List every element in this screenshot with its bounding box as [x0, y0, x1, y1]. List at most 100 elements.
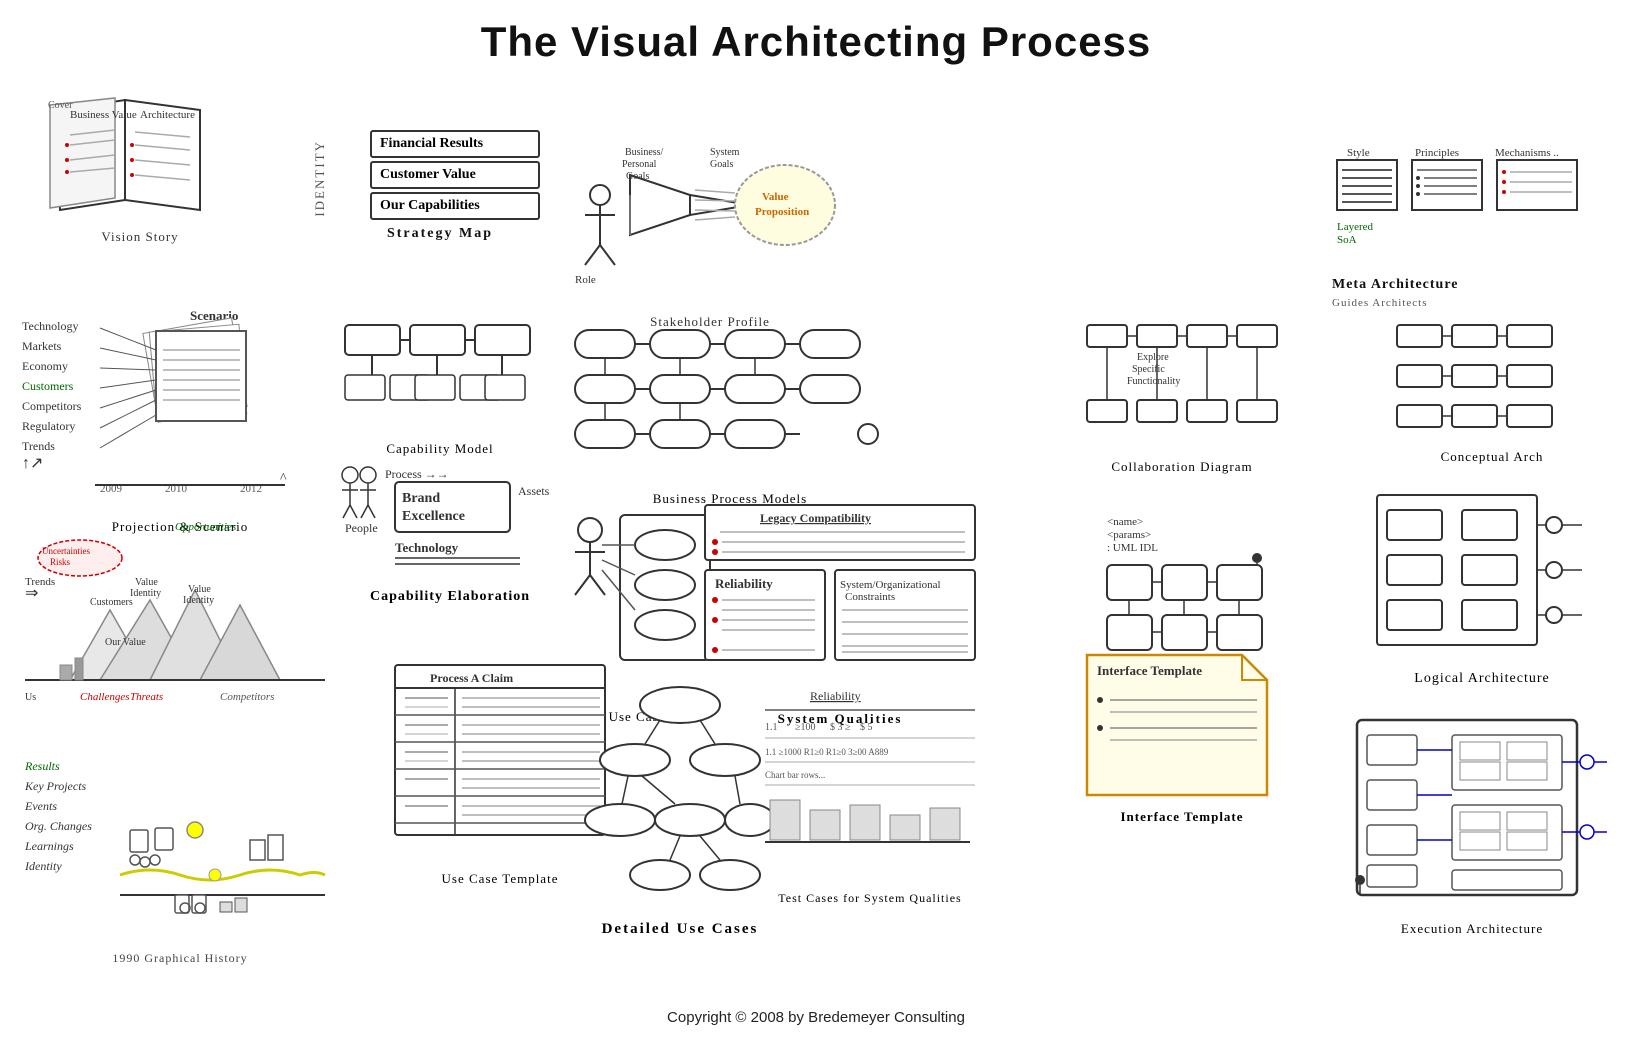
- capability-model-section: Capability Model: [340, 320, 540, 457]
- svg-text:$ 3 ≥: $ 3 ≥: [830, 722, 851, 733]
- interface-template-label: Interface Template: [1082, 809, 1282, 825]
- graphical-history-section: Results Key Projects Events Org. Changes…: [20, 740, 340, 966]
- svg-text:Learnings: Learnings: [24, 839, 74, 853]
- capability-model-diagram: [340, 320, 540, 430]
- detailed-uc-label: Detailed Use Cases: [580, 921, 780, 938]
- system-qualities-diagram: Legacy Compatibility Reliability System/…: [700, 500, 980, 700]
- svg-text:System/Organizational: System/Organizational: [840, 579, 941, 591]
- svg-text:Competitors: Competitors: [22, 399, 82, 413]
- svg-text:Chart bar rows...: Chart bar rows...: [765, 770, 825, 780]
- vision-story-section: Business Value Architecture Cover Vision…: [40, 90, 240, 245]
- svg-text:Technology: Technology: [22, 319, 78, 333]
- detailed-uc-section: Detailed Use Cases: [580, 680, 780, 938]
- svg-text:Goals: Goals: [626, 171, 649, 182]
- stakeholder-profile-section: Role Value Proposition Business/ Persona…: [570, 135, 850, 330]
- svg-text:Value: Value: [135, 577, 158, 588]
- svg-text:Markets: Markets: [22, 339, 62, 353]
- svg-text:Trends: Trends: [22, 439, 55, 453]
- svg-text:1.1: 1.1: [765, 722, 778, 733]
- svg-text:System: System: [710, 147, 740, 158]
- graphical-history-label: 1990 Graphical History: [20, 951, 340, 966]
- conceptual-arch-label: Conceptual Arch: [1392, 449, 1592, 465]
- meta-arch-sub: Guides Architects: [1332, 297, 1428, 309]
- strategy-map-section: IDENTITY Financial Results Customer Valu…: [340, 130, 540, 242]
- svg-text:Functionality: Functionality: [1127, 376, 1180, 387]
- svg-text:Identity: Identity: [183, 595, 214, 606]
- svg-text:Competitors: Competitors: [220, 691, 274, 703]
- interface-template-diagram: Interface Template: [1082, 650, 1282, 800]
- projection-scenario-section: Technology Markets Economy Customers Com…: [20, 300, 340, 535]
- collab-diagram-section: Explore Specific Functionality Collabora…: [1082, 320, 1282, 475]
- svg-text:Business Value: Business Value: [70, 109, 137, 121]
- test-cases-diagram: Reliability 1.1 ≥100 $ 3 ≥ $ 5 1.1 ≥1000…: [760, 680, 980, 880]
- svg-text:Results: Results: [24, 759, 60, 773]
- strategy-item-3: Our Capabilities: [370, 192, 540, 220]
- projection-scenario-diagram: Technology Markets Economy Customers Com…: [20, 300, 340, 510]
- vision-story-diagram: Business Value Architecture Cover: [40, 90, 220, 220]
- meta-arch-section: Style Principles Mechanisms .. Layered S…: [1332, 140, 1592, 311]
- svg-text:Customers: Customers: [90, 597, 133, 608]
- svg-text:Proposition: Proposition: [755, 206, 809, 218]
- svg-text:Principles: Principles: [1415, 147, 1459, 159]
- strategy-map-label: Strategy Map: [340, 226, 540, 242]
- exec-arch-label: Execution Architecture: [1352, 921, 1592, 937]
- svg-text:People: People: [345, 521, 378, 535]
- test-cases-section: Reliability 1.1 ≥100 $ 3 ≥ $ 5 1.1 ≥1000…: [760, 680, 980, 906]
- uc-template-section: Process A Claim: [390, 660, 610, 887]
- strategy-item-1: Financial Results: [370, 130, 540, 158]
- svg-text:Specific: Specific: [1132, 364, 1165, 375]
- svg-text:⇒: ⇒: [25, 585, 38, 602]
- copyright: Copyright © 2008 by Bredemeyer Consultin…: [667, 1009, 965, 1026]
- svg-text:Key Projects: Key Projects: [24, 779, 87, 793]
- cap-elab-label: Capability Elaboration: [340, 589, 560, 605]
- vision-story-label: Vision Story: [40, 229, 240, 245]
- cap-elab-diagram: Process →→ People Brand Excellence Asset…: [340, 460, 560, 580]
- svg-text:Risks: Risks: [50, 557, 71, 567]
- strategy-item-2: Customer Value: [370, 161, 540, 189]
- logical-arch-section: Logical Architecture: [1372, 490, 1592, 687]
- svg-text:Style: Style: [1347, 147, 1370, 159]
- svg-text:Our Value: Our Value: [105, 637, 146, 648]
- svg-text:Process A Claim: Process A Claim: [430, 671, 513, 685]
- svg-text:Value: Value: [762, 191, 789, 203]
- exec-arch-diagram: [1352, 710, 1612, 910]
- svg-text:Role: Role: [575, 274, 596, 286]
- svg-text:Reliability: Reliability: [715, 576, 773, 591]
- svg-text:↑↗: ↑↗: [22, 455, 43, 472]
- svg-text:Personal: Personal: [622, 159, 657, 170]
- svg-text:Excellence: Excellence: [402, 509, 465, 524]
- svg-text:1.1 ≥1000 R1≥0 R1≥0 3≥00 A889: 1.1 ≥1000 R1≥0 R1≥0 3≥00 A889: [765, 747, 889, 757]
- cap-elab-section: Process →→ People Brand Excellence Asset…: [340, 460, 560, 605]
- svg-text:Goals: Goals: [710, 159, 733, 170]
- svg-text:Interface Template: Interface Template: [1097, 663, 1202, 678]
- page-title: The Visual Architecting Process: [0, 0, 1632, 66]
- svg-text:Uncertainties: Uncertainties: [42, 546, 90, 556]
- interface-template-section: Interface Template Interface Template: [1082, 650, 1282, 825]
- logical-arch-diagram: [1372, 490, 1592, 660]
- svg-text:^: ^: [280, 471, 287, 486]
- svg-text:SoA: SoA: [1337, 234, 1357, 246]
- svg-text:Architecture: Architecture: [140, 109, 195, 121]
- business-process-section: Business Process Models: [570, 320, 890, 507]
- meta-arch-label-wrapper: Meta Architecture Guides Architects: [1332, 275, 1592, 311]
- capability-model-label: Capability Model: [340, 441, 540, 457]
- svg-text:Process →→: Process →→: [385, 467, 449, 481]
- graphical-history-diagram: Results Key Projects Events Org. Changes…: [20, 740, 340, 940]
- conceptual-arch-diagram: [1392, 320, 1592, 440]
- svg-text:Mechanisms ..: Mechanisms ..: [1495, 147, 1559, 159]
- svg-text:Value: Value: [188, 584, 211, 595]
- diagram-area: Business Value Architecture Cover Vision…: [0, 80, 1632, 1056]
- collab-diagram-diagram: Explore Specific Functionality: [1082, 320, 1282, 450]
- exec-arch-section: Execution Architecture: [1352, 710, 1592, 937]
- meta-arch-label: Meta Architecture: [1332, 277, 1459, 292]
- svg-text:Threats: Threats: [130, 691, 163, 703]
- svg-text:Economy: Economy: [22, 359, 68, 373]
- svg-text:Regulatory: Regulatory: [22, 419, 75, 433]
- detailed-uc-diagram: [580, 680, 780, 910]
- svg-text:Customers: Customers: [22, 379, 74, 393]
- svg-text:Org. Changes: Org. Changes: [25, 819, 92, 833]
- uc-template-label: Use Case Template: [390, 871, 610, 887]
- strategy-wrapper: IDENTITY Financial Results Customer Valu…: [340, 130, 540, 220]
- business-process-diagram: [570, 320, 890, 480]
- svg-text:Events: Events: [24, 799, 57, 813]
